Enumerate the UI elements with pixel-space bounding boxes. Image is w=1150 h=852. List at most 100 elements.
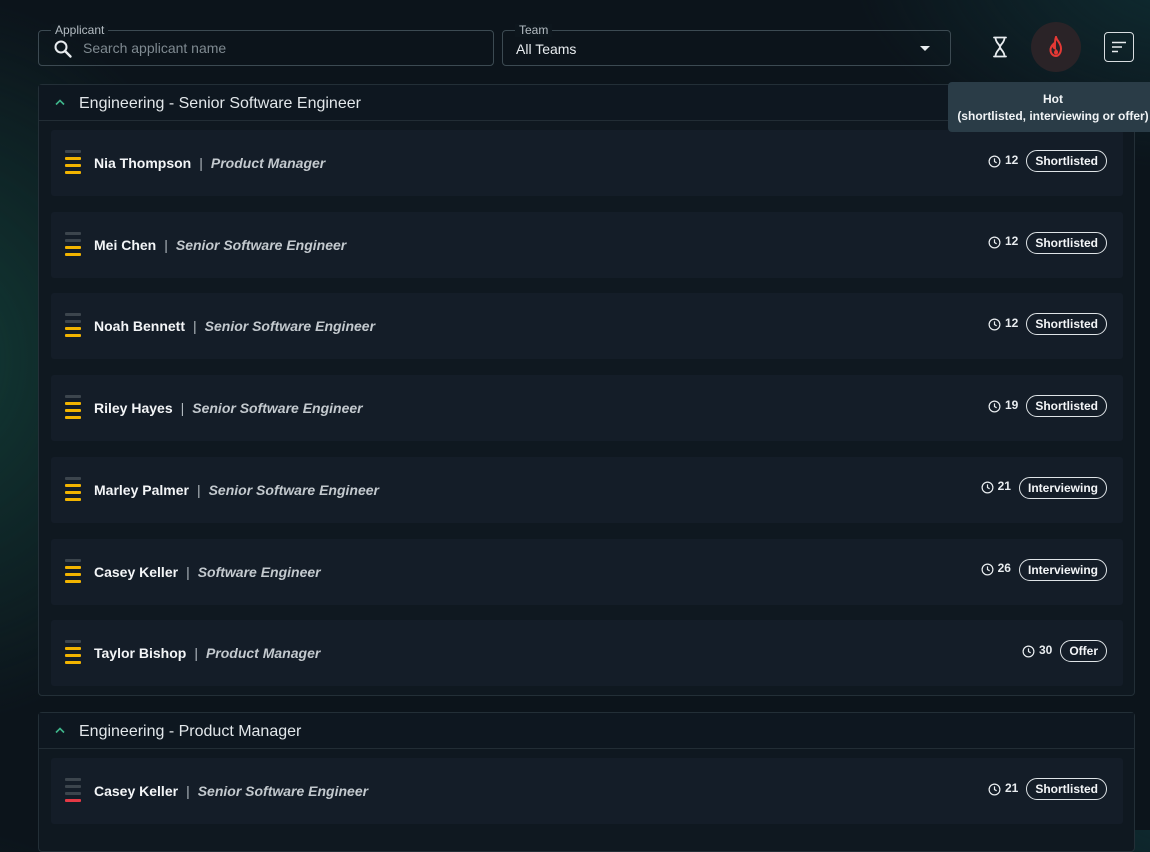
applicant-role: Senior Software Engineer: [208, 481, 379, 498]
applicant-row[interactable]: Mei Chen | Senior Software Engineer 12 Sho…: [51, 211, 1123, 278]
group-title: Engineering - Product Manager: [79, 723, 302, 740]
sort-lines-icon: [1112, 41, 1126, 53]
hot-tooltip: Hot (shortlisted, interviewing or offer): [948, 82, 1150, 132]
applicant-name: Mei Chen: [94, 236, 157, 253]
rating-bar: [65, 778, 81, 781]
applicant-role: Senior Software Engineer: [197, 783, 369, 799]
rating-bar: [65, 497, 81, 501]
rating-bar: [65, 238, 81, 242]
rating-bars-icon: [65, 395, 81, 421]
group-header[interactable]: Engineering - Product Manager: [39, 713, 1134, 749]
applicant-name: Nia Thompson: [94, 155, 192, 171]
rating-bar: [65, 402, 81, 406]
applicant-row[interactable]: Noah Bennett | Senior Software Engineer 12…: [51, 293, 1123, 360]
hourglass-icon: [993, 36, 1007, 58]
applicant-row[interactable]: Riley Hayes | Senior Software Engineer 19 …: [51, 375, 1123, 442]
applicant-group: Engineering - Senior Software Engineer N…: [38, 84, 1135, 696]
chevron-up-icon: [55, 99, 65, 106]
applicant-name: Taylor Bishop: [94, 645, 187, 662]
days-in-stage: 30: [1038, 642, 1053, 657]
rating-bar: [65, 252, 81, 256]
rating-bar: [65, 395, 81, 399]
clock-icon: [981, 563, 994, 576]
clock-icon: [988, 318, 1001, 331]
applicant-role: Senior Software Engineer: [175, 236, 347, 253]
rating-bar: [65, 409, 81, 413]
rating-bar: [65, 483, 81, 487]
rating-bar: [65, 490, 81, 494]
applicant-search-input[interactable]: [83, 31, 483, 65]
status-badge: Interviewing: [1018, 476, 1107, 499]
search-icon: [54, 40, 72, 58]
rating-bars-icon: [65, 778, 81, 804]
applicant-group: Engineering - Product Manager Casey Kell…: [38, 712, 1135, 852]
sort-button[interactable]: [1104, 32, 1134, 62]
separator: |: [199, 155, 203, 171]
clock-icon: [988, 155, 1001, 167]
rating-bar: [65, 558, 81, 562]
days-in-stage: 12: [1004, 234, 1019, 249]
days-in-stage: 26: [997, 561, 1011, 575]
applicant-row[interactable]: Marley Palmer | Senior Software Engineer 2…: [51, 456, 1123, 523]
rating-bars-icon: [65, 640, 81, 666]
status-badge: Shortlisted: [1026, 231, 1107, 254]
applicant-role: Product Manager: [210, 155, 326, 171]
separator: |: [186, 563, 190, 580]
applicant-name: Casey Keller: [94, 563, 179, 580]
applicant-role: Product Manager: [205, 645, 321, 662]
rating-bar: [65, 799, 81, 802]
rating-bar: [65, 792, 81, 795]
rating-bar: [65, 572, 81, 576]
applicant-row[interactable]: Taylor Bishop | Product Manager 30 Offer: [51, 620, 1123, 687]
team-select[interactable]: Team All Teams: [502, 24, 951, 66]
rating-bar: [65, 640, 81, 644]
rating-bar: [65, 647, 81, 651]
rating-bar: [65, 157, 81, 160]
clock-icon: [988, 783, 1001, 795]
status-badge: Interviewing: [1018, 558, 1107, 581]
days-in-stage: 21: [997, 479, 1011, 494]
applicant-name: Casey Keller: [94, 783, 179, 799]
separator: |: [180, 400, 185, 417]
status-badge: Shortlisted: [1026, 395, 1107, 418]
rating-bar: [65, 565, 81, 569]
pending-filter-button[interactable]: [984, 30, 1016, 64]
days-in-stage: 12: [1004, 315, 1019, 330]
hot-filter-button[interactable]: [1031, 22, 1081, 72]
separator: |: [186, 783, 190, 799]
rating-bars-icon: [65, 558, 81, 585]
rating-bar: [65, 150, 81, 153]
status-badge: Shortlisted: [1026, 313, 1107, 336]
applicant-search-field[interactable]: Applicant: [38, 24, 494, 66]
rating-bar: [65, 661, 81, 665]
status-badge: Shortlisted: [1026, 778, 1107, 800]
applicant-row[interactable]: Casey Keller | Senior Software Engineer 21…: [51, 758, 1123, 824]
applicant-name: Marley Palmer: [94, 481, 189, 498]
days-in-stage: 21: [1004, 780, 1019, 795]
rating-bar: [65, 164, 81, 167]
separator: |: [194, 645, 198, 662]
team-select-value: All Teams: [516, 41, 577, 57]
status-badge: Offer: [1060, 640, 1107, 663]
rating-bar: [65, 654, 81, 658]
rating-bar: [65, 245, 81, 249]
applicant-role: Senior Software Engineer: [204, 318, 376, 335]
rating-bar: [65, 313, 81, 317]
rating-bar: [65, 327, 81, 331]
rating-bars-icon: [65, 313, 81, 339]
group-title: Engineering - Senior Software Engineer: [79, 95, 361, 112]
clock-icon: [988, 400, 1001, 413]
rating-bar: [65, 171, 81, 174]
rating-bar: [65, 579, 81, 583]
rating-bars-icon: [65, 150, 81, 176]
applicant-row[interactable]: Nia Thompson | Product Manager 12 Shortlis…: [51, 130, 1123, 196]
applicant-role: Senior Software Engineer: [192, 400, 363, 417]
separator: |: [193, 318, 197, 335]
applicant-role: Software Engineer: [197, 563, 321, 580]
applicant-row[interactable]: Casey Keller | Software Engineer 26 Interv…: [51, 538, 1123, 605]
separator: |: [164, 236, 168, 253]
applicant-name: Noah Bennett: [94, 318, 185, 335]
days-in-stage: 12: [1004, 152, 1019, 167]
tooltip-title: Hot: [1043, 92, 1063, 106]
rating-bar: [65, 320, 81, 324]
